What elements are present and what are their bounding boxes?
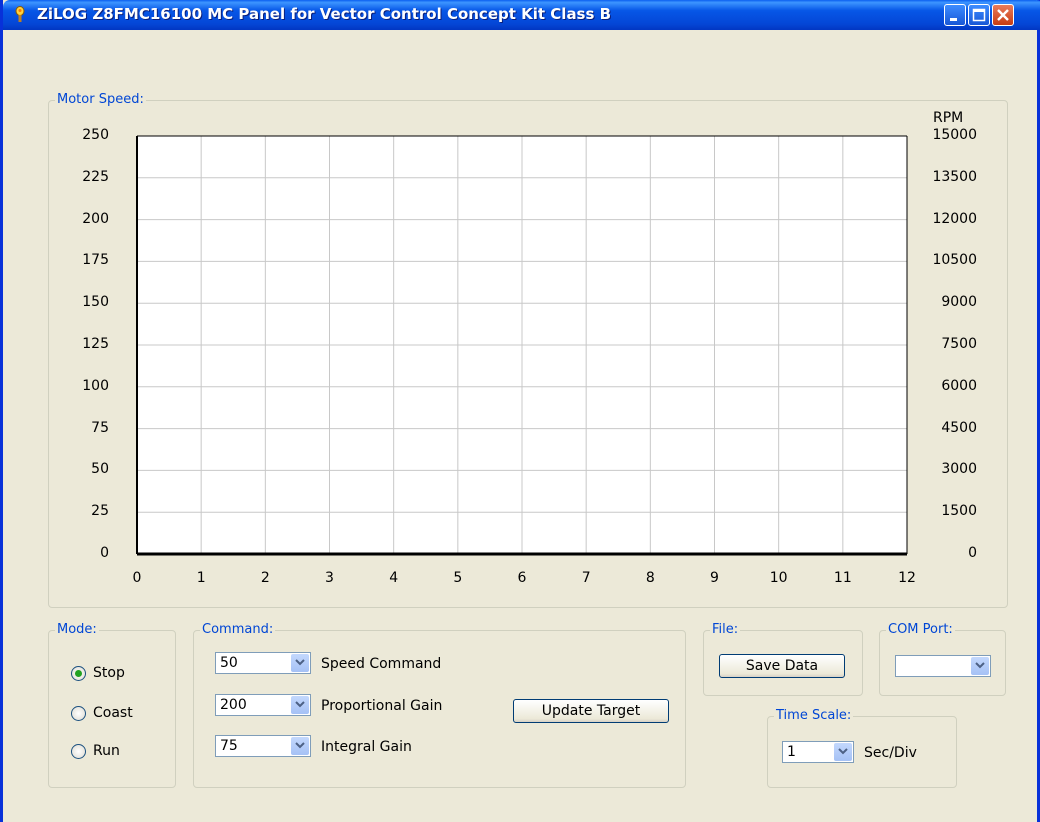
y-left-tick-label: 150 <box>82 294 109 311</box>
x-tick-label: 6 <box>517 570 527 586</box>
save-data-button[interactable]: Save Data <box>719 654 845 678</box>
x-tick-label: 1 <box>196 570 206 586</box>
y-right-tick-label: 0 <box>968 545 977 561</box>
time-scale-unit-label: Sec/Div <box>864 745 917 761</box>
x-tick-label: 7 <box>581 570 591 586</box>
y-left-tick-label: 200 <box>82 210 109 227</box>
radio-button[interactable] <box>71 706 86 721</box>
dropdown-arrow-button[interactable] <box>971 657 989 675</box>
y-right-tick-label: 15000 <box>932 127 977 143</box>
y-right-tick-label: 10500 <box>932 252 977 269</box>
dropdown-arrow-button[interactable] <box>834 743 852 761</box>
integral-gain-select[interactable]: 75 <box>215 735 311 757</box>
x-tick-label: 0 <box>132 570 142 586</box>
y-left-tick-label: 125 <box>82 336 109 352</box>
y-right-tick-label: 1500 <box>941 503 977 520</box>
y-right-tick-label: 9000 <box>941 294 977 311</box>
proportional-gain-select[interactable]: 200 <box>215 694 311 716</box>
time-scale-label: Time Scale: <box>774 708 854 723</box>
time-scale-value: 1 <box>787 744 796 760</box>
x-tick-label: 4 <box>389 570 399 586</box>
y-left-tick-label: 100 <box>82 377 109 394</box>
radio-button[interactable] <box>71 744 86 759</box>
time-scale-select[interactable]: 1 <box>782 741 854 763</box>
com-port-label: COM Port: <box>886 622 955 637</box>
y-right-tick-label: 12000 <box>932 210 977 227</box>
y-left-tick-label: 75 <box>91 419 109 436</box>
y-left-tick-label: 50 <box>91 461 109 478</box>
chevron-down-icon <box>838 748 848 755</box>
proportional-gain-value: 200 <box>220 697 247 713</box>
speed-command-select[interactable]: 50 <box>215 652 311 674</box>
y-right-tick-label: 13500 <box>932 168 977 185</box>
integral-gain-label: Integral Gain <box>321 739 412 755</box>
speed-command-value: 50 <box>220 655 238 671</box>
mode-coast-label: Coast <box>93 705 133 721</box>
y-right-tick-label: 4500 <box>941 419 977 436</box>
integral-gain-value: 75 <box>220 738 238 754</box>
proportional-gain-label: Proportional Gain <box>321 698 443 714</box>
y-left-tick-label: 0 <box>100 545 109 561</box>
dropdown-arrow-button[interactable] <box>291 737 309 755</box>
mode-stop-label: Stop <box>93 665 125 681</box>
chevron-down-icon <box>975 662 985 669</box>
mode-label: Mode: <box>55 622 99 637</box>
chevron-down-icon <box>295 742 305 749</box>
mode-run-label: Run <box>93 743 120 759</box>
y-right-tick-label: 6000 <box>941 377 977 394</box>
chevron-down-icon <box>295 659 305 666</box>
x-tick-label: 11 <box>833 570 852 586</box>
y-left-tick-label: 175 <box>82 252 109 269</box>
y-right-tick-label: 7500 <box>941 336 977 352</box>
x-tick-label: 8 <box>645 570 655 586</box>
radio-button[interactable] <box>71 666 86 681</box>
x-tick-label: 2 <box>260 570 270 586</box>
x-tick-label: 5 <box>453 570 463 586</box>
speed-command-label: Speed Command <box>321 656 442 672</box>
y-right-tick-label: 3000 <box>941 461 977 478</box>
x-tick-label: 9 <box>710 570 719 586</box>
x-tick-label: 3 <box>325 570 334 586</box>
y-left-tick-label: 25 <box>91 503 109 520</box>
y-left-tick-label: 225 <box>82 168 109 185</box>
file-label: File: <box>710 622 741 637</box>
update-target-button[interactable]: Update Target <box>513 699 669 723</box>
command-label: Command: <box>200 622 276 637</box>
radio-selected-dot <box>75 670 82 677</box>
com-port-select[interactable] <box>895 655 991 677</box>
x-tick-label: 12 <box>898 570 916 586</box>
chevron-down-icon <box>295 701 305 708</box>
main-window: ZiLOG Z8FMC16100 MC Panel for Vector Con… <box>0 0 1040 822</box>
dropdown-arrow-button[interactable] <box>291 654 309 672</box>
dropdown-arrow-button[interactable] <box>291 696 309 714</box>
y-left-tick-label: 250 <box>82 127 109 143</box>
x-tick-label: 10 <box>769 570 788 586</box>
